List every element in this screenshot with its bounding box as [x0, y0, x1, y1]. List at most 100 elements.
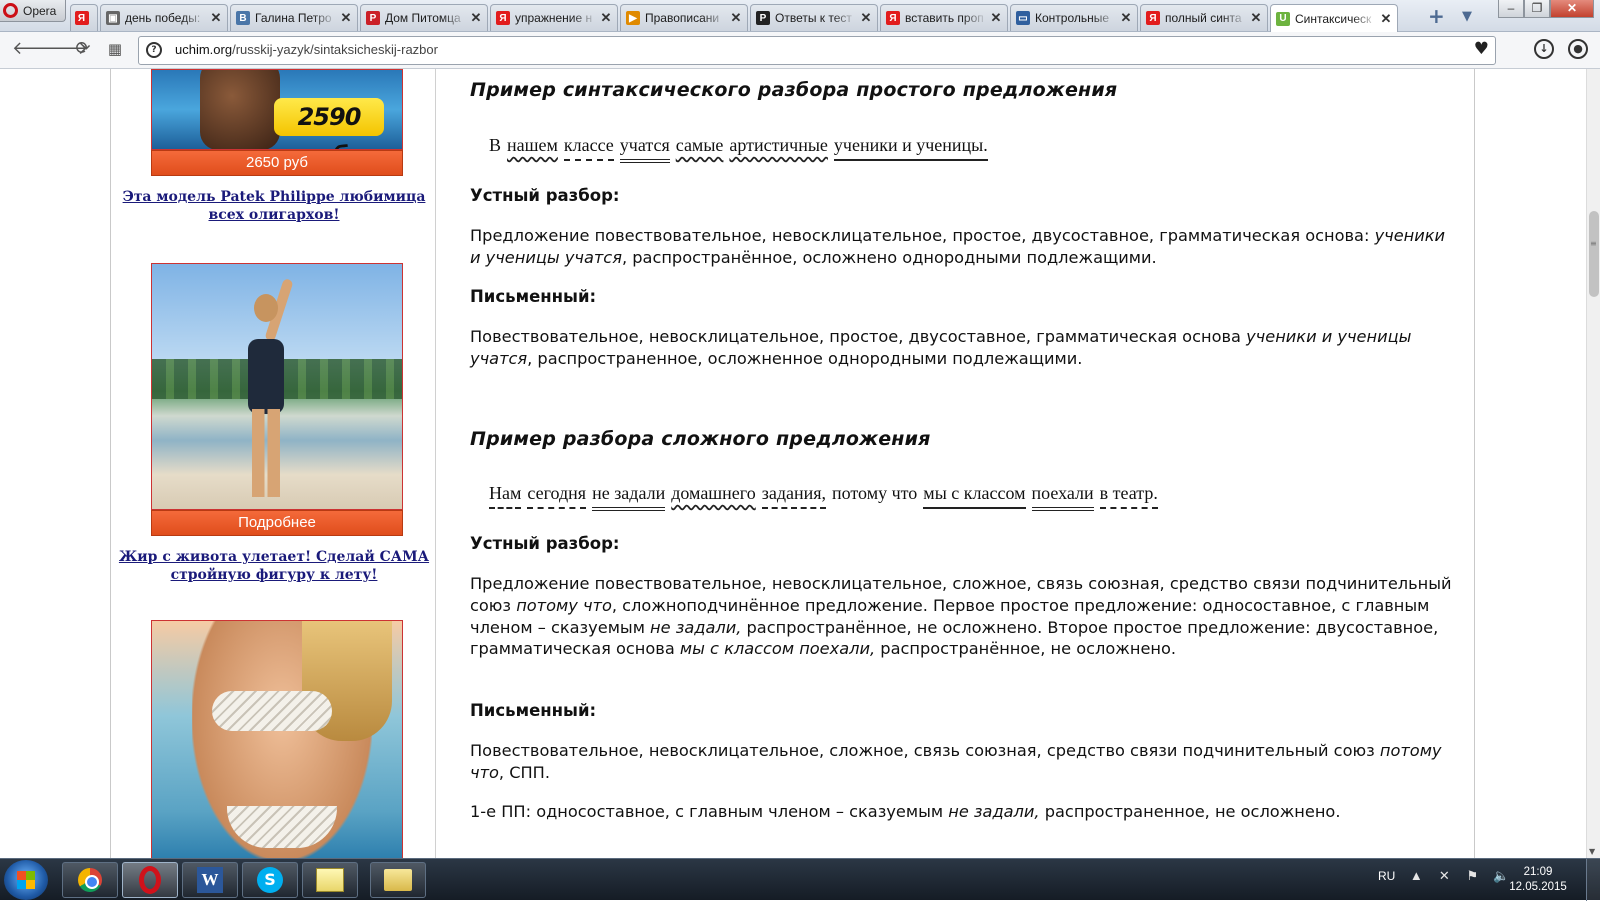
close-tab-icon[interactable]: ✕: [990, 10, 1002, 26]
favicon-icon: Я: [74, 11, 89, 25]
opera-icon: [139, 866, 161, 894]
opera-menu-button[interactable]: Opera: [0, 0, 66, 22]
tab-label: полный синта: [1165, 11, 1242, 25]
sentence-word-circ: сегодня: [527, 483, 587, 509]
site-info-icon[interactable]: ?: [146, 42, 162, 58]
monitor-icon: ▭: [1016, 11, 1030, 25]
close-tab-icon[interactable]: ✕: [340, 10, 352, 26]
tab-label: Синтаксическ: [1295, 11, 1372, 26]
tab-1[interactable]: ▣ день победы: ✕: [100, 4, 228, 31]
window-controls: ‒ ❐ ✕: [1498, 0, 1594, 18]
tab-4[interactable]: Яупражнение н ✕: [490, 4, 618, 31]
sentence-word-attr: домашнего: [671, 483, 756, 503]
volume-icon[interactable]: 🔈: [1493, 869, 1509, 883]
tab-menu-button[interactable]: ▼: [1462, 9, 1472, 24]
favicon-icon: P: [756, 11, 770, 25]
close-tab-icon[interactable]: ✕: [1380, 11, 1392, 27]
close-window-button[interactable]: ✕: [1550, 0, 1594, 18]
close-tab-icon[interactable]: ✕: [600, 10, 612, 26]
account-icon[interactable]: ●: [1568, 39, 1588, 59]
tab-3[interactable]: P Дом Питомца ✕: [360, 4, 488, 31]
show-desktop-button[interactable]: [1586, 859, 1600, 901]
heading-simple-sentence: Пример синтаксического разбора простого …: [470, 79, 1118, 101]
tab-5[interactable]: ▶ Правописани ✕: [620, 4, 748, 31]
forward-button[interactable]: 🡒: [40, 38, 88, 60]
oral-analysis-text: Предложение повествовательное, невосклиц…: [470, 226, 1446, 267]
new-tab-button[interactable]: +: [1428, 6, 1445, 26]
address-bar[interactable]: ? uchim.org/russkij-yazyk/sintaksicheski…: [138, 36, 1496, 65]
tab-label: Ответы к тест: [775, 11, 852, 25]
watch-strap-graphic: [200, 70, 280, 149]
taskbar-opera[interactable]: [122, 862, 178, 898]
scrollbar-grip-icon: ≡: [1590, 239, 1597, 248]
minimize-button[interactable]: ‒: [1498, 0, 1524, 18]
tab-7[interactable]: Явставить проп ✕: [880, 4, 1008, 31]
written-analysis-text: Повествовательное, невосклицательное, пр…: [470, 327, 1412, 368]
tab-label: Правописани: [645, 11, 720, 25]
taskbar-chrome[interactable]: [62, 862, 118, 898]
fitness-ad-more-button[interactable]: Подробнее: [151, 510, 403, 536]
heading-complex-sentence: Пример разбора сложного предложения: [470, 428, 931, 450]
price-badge: 2590 руб.: [274, 98, 384, 149]
favicon-icon: Я: [496, 11, 510, 25]
fitness-ad-link[interactable]: Жир с живота улетает! Сделай САМА стройн…: [113, 548, 435, 584]
close-tab-icon[interactable]: ✕: [1250, 10, 1262, 26]
maximize-button[interactable]: ❐: [1524, 0, 1550, 18]
tab-8[interactable]: ▭ Контрольные ✕: [1010, 4, 1138, 31]
watch-ad-price-button[interactable]: 2650 руб: [151, 150, 403, 176]
chrome-icon: [78, 868, 102, 892]
vertical-scrollbar[interactable]: ≡ ▼: [1586, 69, 1600, 858]
flag-icon[interactable]: ⚑: [1465, 869, 1479, 883]
bookmark-heart-icon[interactable]: ♥: [1474, 39, 1489, 59]
tabs: Я ▣ день победы: ✕ В Галина Петро ✕ P Дом Питомц…: [70, 4, 1400, 32]
start-button[interactable]: [4, 860, 48, 900]
taskbar: W S RU ▲ ✕ ⚑ 🔈 21:09 12.05.2015: [0, 858, 1600, 901]
tab-2[interactable]: В Галина Петро ✕: [230, 4, 358, 31]
language-indicator[interactable]: RU: [1378, 869, 1395, 883]
opera-menu-label: Opera: [23, 3, 57, 18]
skype-icon: S: [257, 867, 283, 893]
sentence-word-attr: самые: [675, 135, 724, 155]
taskbar-word[interactable]: W: [182, 862, 238, 898]
scroll-down-arrow-icon[interactable]: ▼: [1589, 847, 1595, 856]
network-icon[interactable]: ✕: [1437, 869, 1451, 883]
downloads-icon[interactable]: ↓: [1534, 39, 1554, 59]
page-border-right: [1474, 69, 1475, 858]
taskbar-skype[interactable]: S: [242, 862, 298, 898]
sentence-word-attr: артистичные: [729, 135, 828, 155]
first-clause-analysis: 1-е ПП: односоставное, с главным членом …: [470, 802, 1341, 821]
close-tab-icon[interactable]: ✕: [470, 10, 482, 26]
tab-10[interactable]: U Синтаксическ ✕: [1270, 4, 1398, 32]
taskbar-explorer[interactable]: [370, 862, 426, 898]
bikini-ad-image[interactable]: [151, 620, 403, 858]
example-sentence-complex: Нам сегодня не задали домашнего задания, пото…: [489, 483, 1164, 511]
back-button[interactable]: 🡐: [12, 38, 60, 60]
pinterest-icon: P: [366, 11, 380, 25]
woman-figure-graphic: [236, 278, 296, 499]
oral-analysis-label: Устный разбор:: [470, 186, 620, 205]
written-analysis-label-2: Письменный:: [470, 701, 597, 720]
sentence-word-pred: поехали: [1031, 483, 1094, 511]
close-tab-icon[interactable]: ✕: [210, 10, 222, 26]
close-tab-icon[interactable]: ✕: [1120, 10, 1132, 26]
reload-button[interactable]: ⟳: [72, 38, 94, 60]
url-text[interactable]: uchim.org/russkij-yazyk/sintaksicheskij-…: [175, 42, 438, 57]
notes-icon: [316, 868, 344, 892]
tab-0[interactable]: Я: [70, 4, 98, 31]
watch-ad-image[interactable]: 2590 руб.: [151, 69, 403, 150]
system-tray: RU ▲ ✕ ⚑ 🔈: [1378, 869, 1510, 884]
fitness-ad-image[interactable]: [151, 263, 403, 510]
watch-ad-link[interactable]: Эта модель Patek Philippe любимица всех …: [113, 188, 435, 224]
sentence-word-circ: классе: [563, 135, 614, 161]
tab-6[interactable]: P Ответы к тест ✕: [750, 4, 878, 31]
favicon-icon: В: [236, 11, 250, 25]
scrollbar-thumb[interactable]: [1589, 211, 1599, 297]
speed-dial-icon[interactable]: ▦: [104, 38, 126, 60]
sentence-word-subj: мы с классом: [923, 483, 1026, 509]
close-tab-icon[interactable]: ✕: [730, 10, 742, 26]
taskbar-notes[interactable]: [302, 862, 358, 898]
close-tab-icon[interactable]: ✕: [860, 10, 872, 26]
tab-9[interactable]: Яполный синта ✕: [1140, 4, 1268, 31]
clock[interactable]: 21:09 12.05.2015: [1508, 865, 1568, 895]
show-hidden-icons-icon[interactable]: ▲: [1409, 869, 1423, 883]
